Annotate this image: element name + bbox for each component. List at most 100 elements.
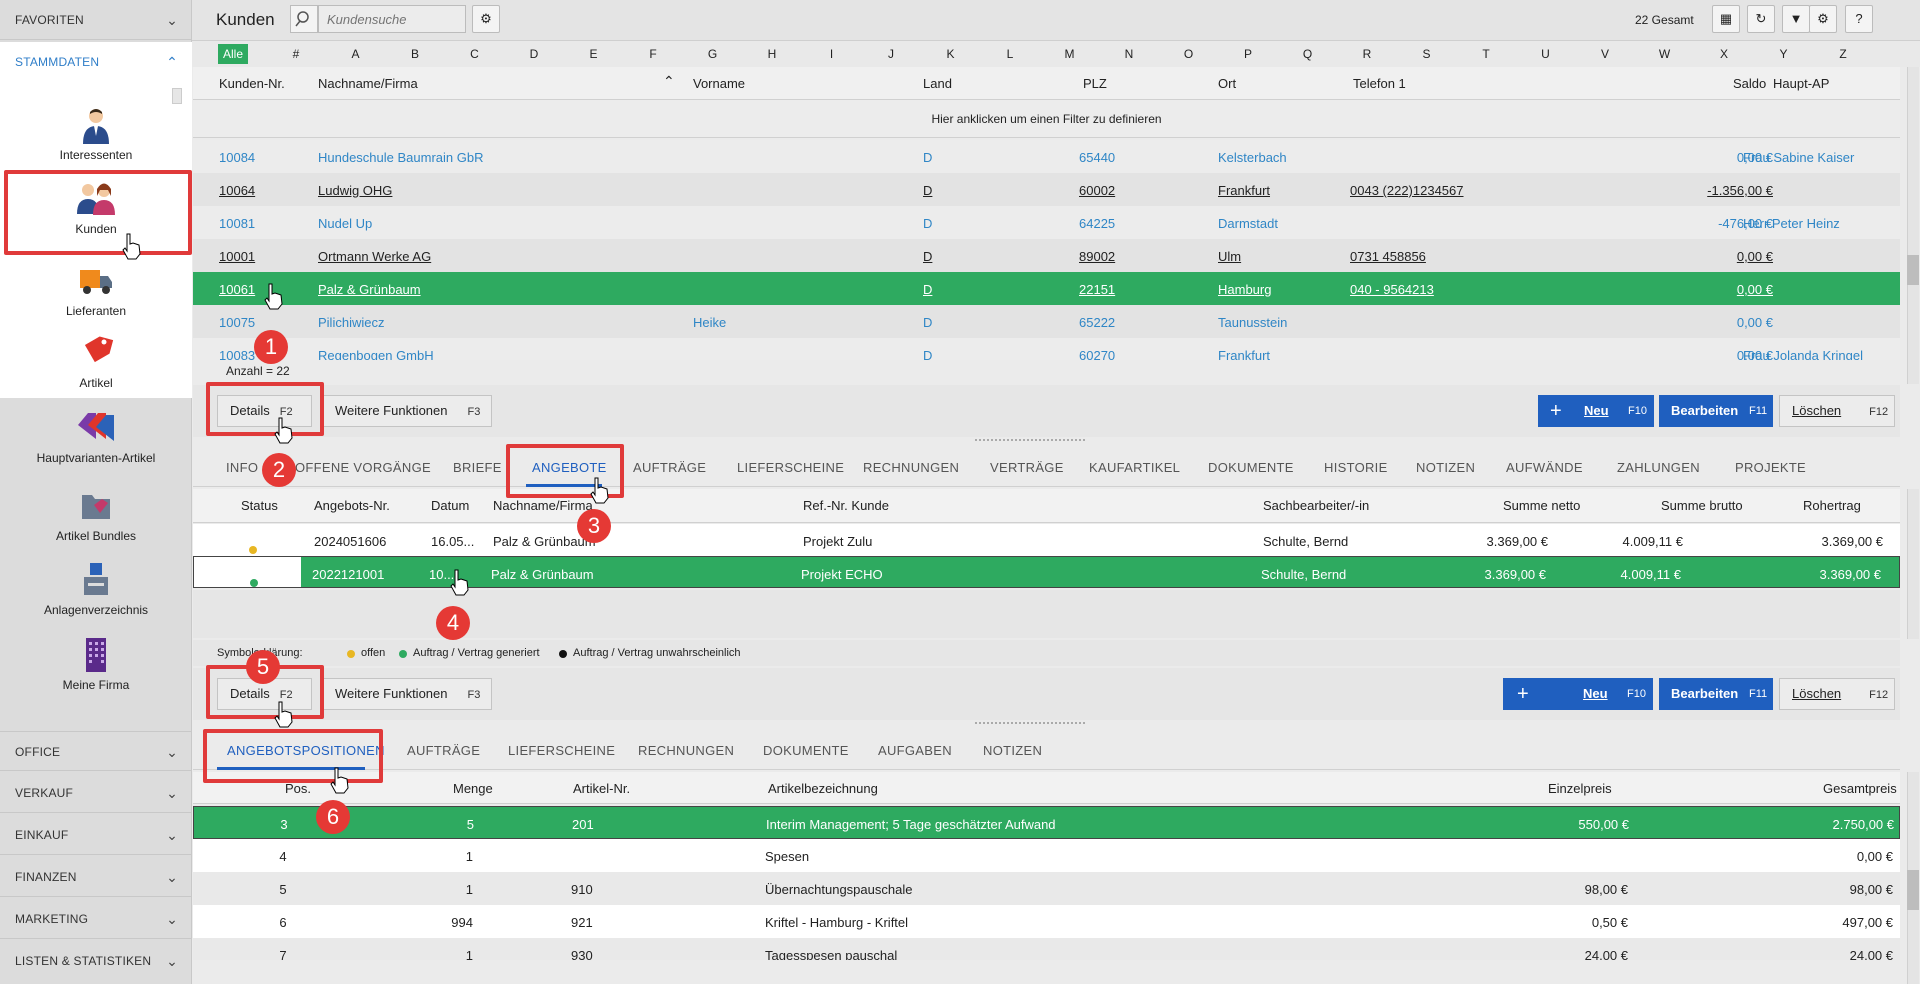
tab-zahlungen[interactable]: ZAHLUNGEN [1617,460,1700,475]
scroll-up-button[interactable] [172,88,182,104]
sidebar-item-meine-firma[interactable]: Meine Firma [0,636,192,711]
letter-filter-x[interactable]: X [1714,47,1734,61]
letter-filter-l[interactable]: L [1000,47,1020,61]
splitter-handle[interactable] [975,439,1085,443]
letter-filter-t[interactable]: T [1476,47,1496,61]
offers-scrollbar[interactable] [1907,489,1919,639]
letter-filter-a[interactable]: A [346,47,366,61]
tab-aufgaben[interactable]: AUFGABEN [878,743,952,758]
edit-button[interactable]: Bearbeiten F11 [1659,395,1773,427]
table-row[interactable]: 10083 Regenbogen GmbH D 60270 Frankfurt 0,00 … [193,338,1900,360]
table-row[interactable]: 3 5 201 Interim Management; 5 Tage geschätz… [193,806,1900,839]
scrollbar-thumb[interactable] [1907,255,1919,285]
table-row[interactable]: 10061 Palz & Grünbaum D 22151 Hamburg 040 - 9… [193,272,1900,305]
column-sachbearbeiter[interactable]: Sachbearbeiter/-in [1263,498,1369,513]
letter-filter-z[interactable]: Z [1833,47,1853,61]
table-row[interactable]: 4 1 Spesen 0,00 € [193,839,1900,872]
column-vorname[interactable]: Vorname [693,76,745,91]
letter-filter-y[interactable]: Y [1774,47,1794,61]
letter-filter-r[interactable]: R [1357,47,1377,61]
letter-filter-o[interactable]: O [1179,47,1199,61]
more-functions-button[interactable]: Weitere Funktionen F3 [322,395,492,427]
tab-historie[interactable]: HISTORIE [1324,460,1388,475]
column-artikelbezeichnung[interactable]: Artikelbezeichnung [768,781,878,796]
tab-lieferscheine[interactable]: LIEFERSCHEINE [737,460,844,475]
sidebar-item-artikel[interactable]: Artikel [0,334,192,409]
tab-dokumente[interactable]: DOKUMENTE [763,743,849,758]
scrollbar-thumb[interactable] [1907,870,1919,910]
filter-definition-row[interactable]: Hier anklicken um einen Filter zu defini… [193,100,1900,138]
tab-projekte[interactable]: PROJEKTE [1735,460,1806,475]
column-datum[interactable]: Datum [431,498,469,513]
table-row[interactable]: 10001 Ortmann Werke AG D 89002 Ulm 0731 45885… [193,239,1900,272]
table-row[interactable]: 6 994 921 Kriftel - Hamburg - Kriftel 0,50 €… [193,905,1900,938]
column-status[interactable]: Status [241,498,278,513]
letter-filter-c[interactable]: C [465,47,485,61]
letter-filter-n[interactable]: N [1119,47,1139,61]
offer-new-button[interactable]: + Neu F10 [1503,678,1653,710]
table-row[interactable]: 10064 Ludwig OHG D 60002 Frankfurt 0043 (222)… [193,173,1900,206]
letter-filter-m[interactable]: M [1060,47,1080,61]
column-ort[interactable]: Ort [1218,76,1236,91]
column-nachname-firma[interactable]: Nachname/Firma [493,498,593,513]
column-telefon[interactable]: Telefon 1 [1353,76,1406,91]
column-summe-brutto[interactable]: Summe brutto [1661,498,1743,513]
settings-button[interactable]: ⚙ [1809,5,1837,33]
sidebar-item-lieferanten[interactable]: Lieferanten [0,262,192,337]
sidebar-section-stammdaten[interactable]: STAMMDATEN ⌃ [0,42,192,82]
column-angebots-nr[interactable]: Angebots-Nr. [314,498,390,513]
search-button[interactable] [290,5,318,33]
letter-filter-k[interactable]: K [941,47,961,61]
tab-aufwände[interactable]: AUFWÄNDE [1506,460,1583,475]
tab-info[interactable]: INFO [226,460,258,475]
letter-filter-w[interactable]: W [1655,47,1675,61]
column-gesamtpreis[interactable]: Gesamtpreis [1823,781,1897,796]
letter-filter-u[interactable]: U [1536,47,1556,61]
column-rohertrag[interactable]: Rohertrag [1803,498,1861,513]
sidebar-section-office[interactable]: OFFICE ⌄ [0,731,192,771]
letter-filter-j[interactable]: J [881,47,901,61]
tab-briefe[interactable]: BRIEFE [453,460,502,475]
column-summe-netto[interactable]: Summe netto [1503,498,1580,513]
sidebar-section-verkauf[interactable]: VERKAUF ⌄ [0,773,192,813]
tab-aufträge[interactable]: AUFTRÄGE [633,460,706,475]
letter-filter-f[interactable]: F [643,47,663,61]
tab-rechnungen[interactable]: RECHNUNGEN [863,460,959,475]
tab-notizen[interactable]: NOTIZEN [983,743,1042,758]
column-land[interactable]: Land [923,76,952,91]
column-saldo[interactable]: Saldo [1733,76,1766,91]
letter-filter-v[interactable]: V [1595,47,1615,61]
table-row[interactable]: 10084 Hundeschule Baumrain GbR D 65440 Kelst… [193,140,1900,173]
sidebar-item-hauptvarianten-artikel[interactable]: Hauptvarianten-Artikel [0,409,192,484]
table-row[interactable]: 10075 Pilichiwiecz Heike D 65222 Taunusstein 0… [193,305,1900,338]
grid-view-button[interactable]: ▦ [1712,5,1740,33]
tab-lieferscheine[interactable]: LIEFERSCHEINE [508,743,615,758]
offer-delete-button[interactable]: Löschen F12 [1779,678,1895,710]
sidebar-item-artikel-bundles[interactable]: Artikel Bundles [0,487,192,562]
sidebar-section-finanzen[interactable]: FINANZEN ⌄ [0,857,192,897]
sidebar-section-listen-statistiken[interactable]: LISTEN & STATISTIKEN ⌄ [0,941,192,981]
offer-edit-button[interactable]: Bearbeiten F11 [1659,678,1773,710]
customer-table-scrollbar[interactable] [1907,67,1919,384]
sidebar-section-marketing[interactable]: MARKETING ⌄ [0,899,192,939]
letter-filter-all[interactable]: Alle [218,44,248,64]
column-plz[interactable]: PLZ [1083,76,1107,91]
letter-filter-q[interactable]: Q [1298,47,1318,61]
column-pos[interactable]: Pos. [285,781,311,796]
filter-button[interactable]: ▼ [1782,5,1810,33]
letter-filter-g[interactable]: G [703,47,723,61]
sidebar-section-einkauf[interactable]: EINKAUF ⌄ [0,815,192,855]
tab-verträge[interactable]: VERTRÄGE [990,460,1064,475]
column-einzelpreis[interactable]: Einzelpreis [1548,781,1612,796]
delete-button[interactable]: Löschen F12 [1779,395,1895,427]
letter-filter-b[interactable]: B [405,47,425,61]
customer-search-input[interactable] [318,5,466,33]
letter-filter-d[interactable]: D [524,47,544,61]
table-row[interactable]: 10081 Nudel Up D 64225 Darmstadt -476,00 € Her… [193,206,1900,239]
column-haupt-ap[interactable]: Haupt-AP [1773,76,1829,91]
letter-filter-hash[interactable]: # [286,47,306,61]
offer-more-functions-button[interactable]: Weitere Funktionen F3 [322,678,492,710]
table-row[interactable]: 7 1 930 Tagesspesen pauschal 24,00 € 24,00 € [193,938,1900,960]
tab-aufträge[interactable]: AUFTRÄGE [407,743,480,758]
letter-filter-e[interactable]: E [584,47,604,61]
